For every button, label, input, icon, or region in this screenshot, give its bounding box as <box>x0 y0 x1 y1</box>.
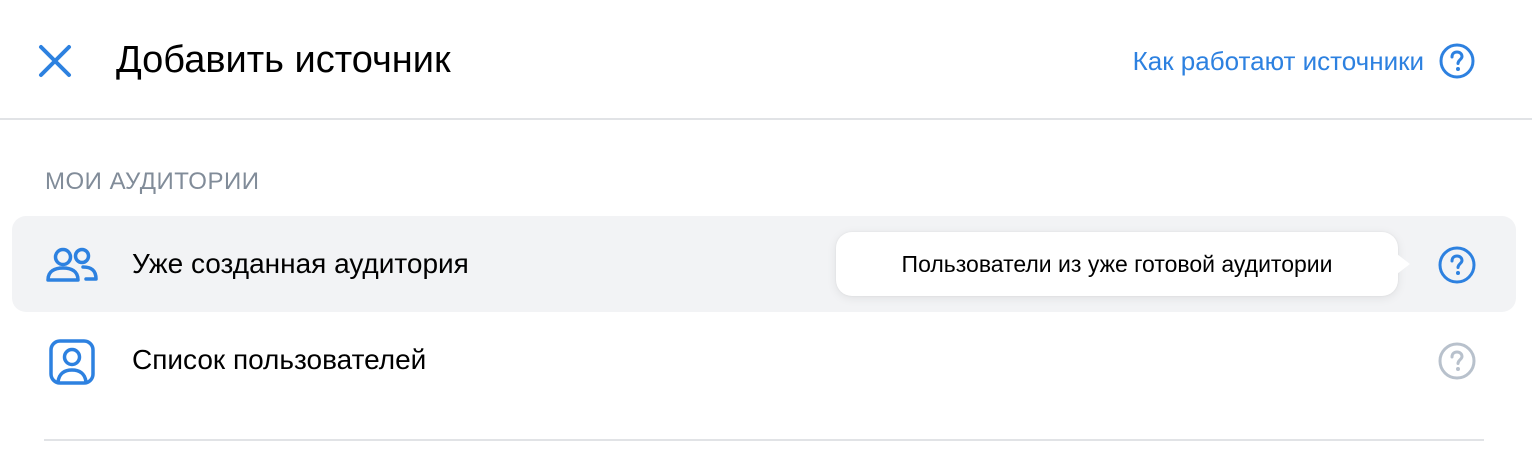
list-item-label: Уже созданная аудитория <box>132 248 469 279</box>
list-item-user-list[interactable]: Список пользователей <box>12 312 1516 408</box>
page-title: Добавить источник <box>116 39 451 81</box>
help-tooltip: Пользователи из уже готовой аудитории <box>836 232 1410 296</box>
modal-header: Добавить источник Как работают источники <box>0 0 1532 120</box>
question-circle-icon <box>1438 342 1476 380</box>
row-help-button[interactable] <box>1436 244 1478 286</box>
question-circle-icon <box>1439 43 1475 79</box>
close-icon <box>39 45 71 77</box>
close-button[interactable] <box>34 40 76 82</box>
divider <box>44 439 1484 441</box>
how-sources-work-link[interactable]: Как работают источники <box>1133 40 1476 82</box>
user-square-icon <box>49 339 95 385</box>
question-circle-icon <box>1438 246 1476 284</box>
list-item-label: Список пользователей <box>132 344 427 375</box>
help-link-label: Как работают источники <box>1132 45 1424 76</box>
users-icon <box>46 247 98 282</box>
tooltip-text: Пользователи из уже готовой аудитории <box>901 250 1333 277</box>
row-help-button[interactable] <box>1436 340 1478 382</box>
section-title: МОИ АУДИТОРИИ <box>45 168 260 195</box>
